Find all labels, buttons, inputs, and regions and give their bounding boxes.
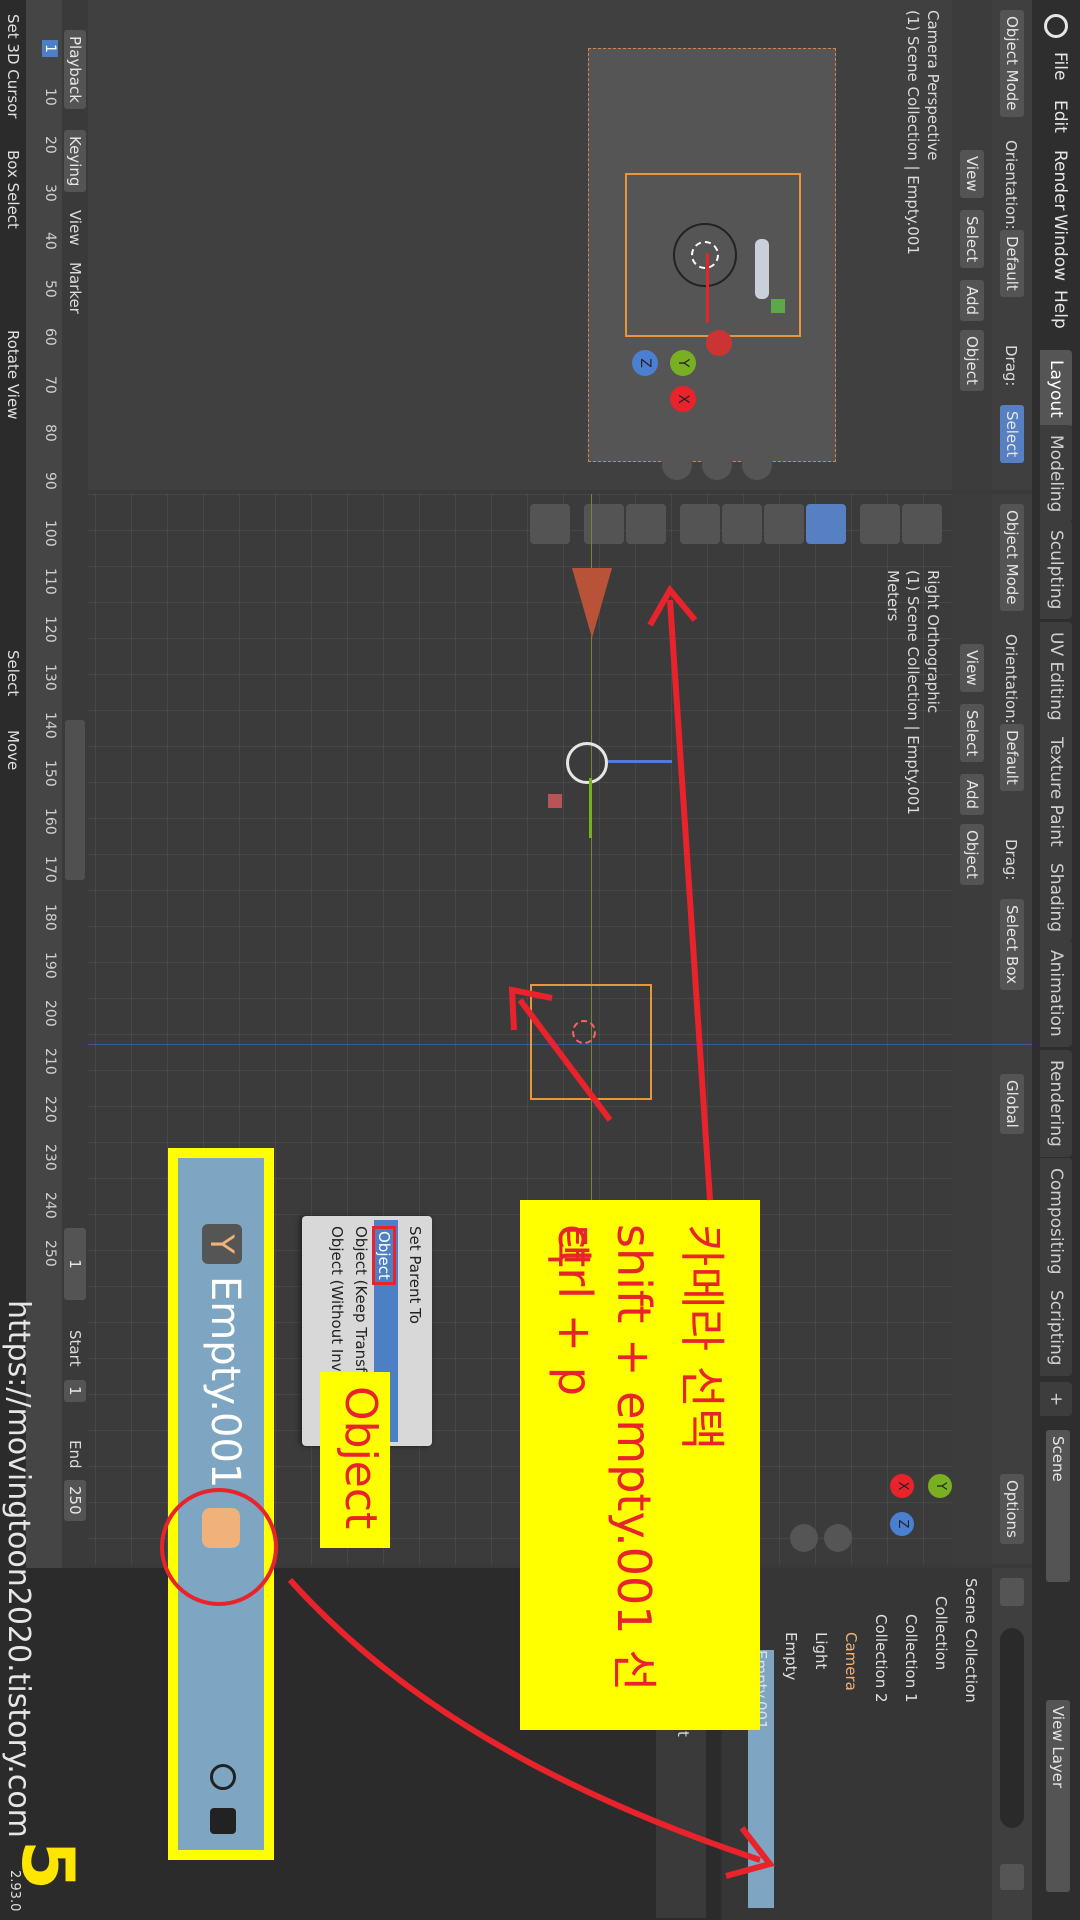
blender-window: File Edit Render Window Help Layout Mode… xyxy=(0,0,1080,1920)
watermark: https://movingtoon2020.tistory.com xyxy=(1,1300,36,1838)
step-number: 5 xyxy=(6,1840,90,1891)
annotation-arrows xyxy=(287,584,776,1879)
